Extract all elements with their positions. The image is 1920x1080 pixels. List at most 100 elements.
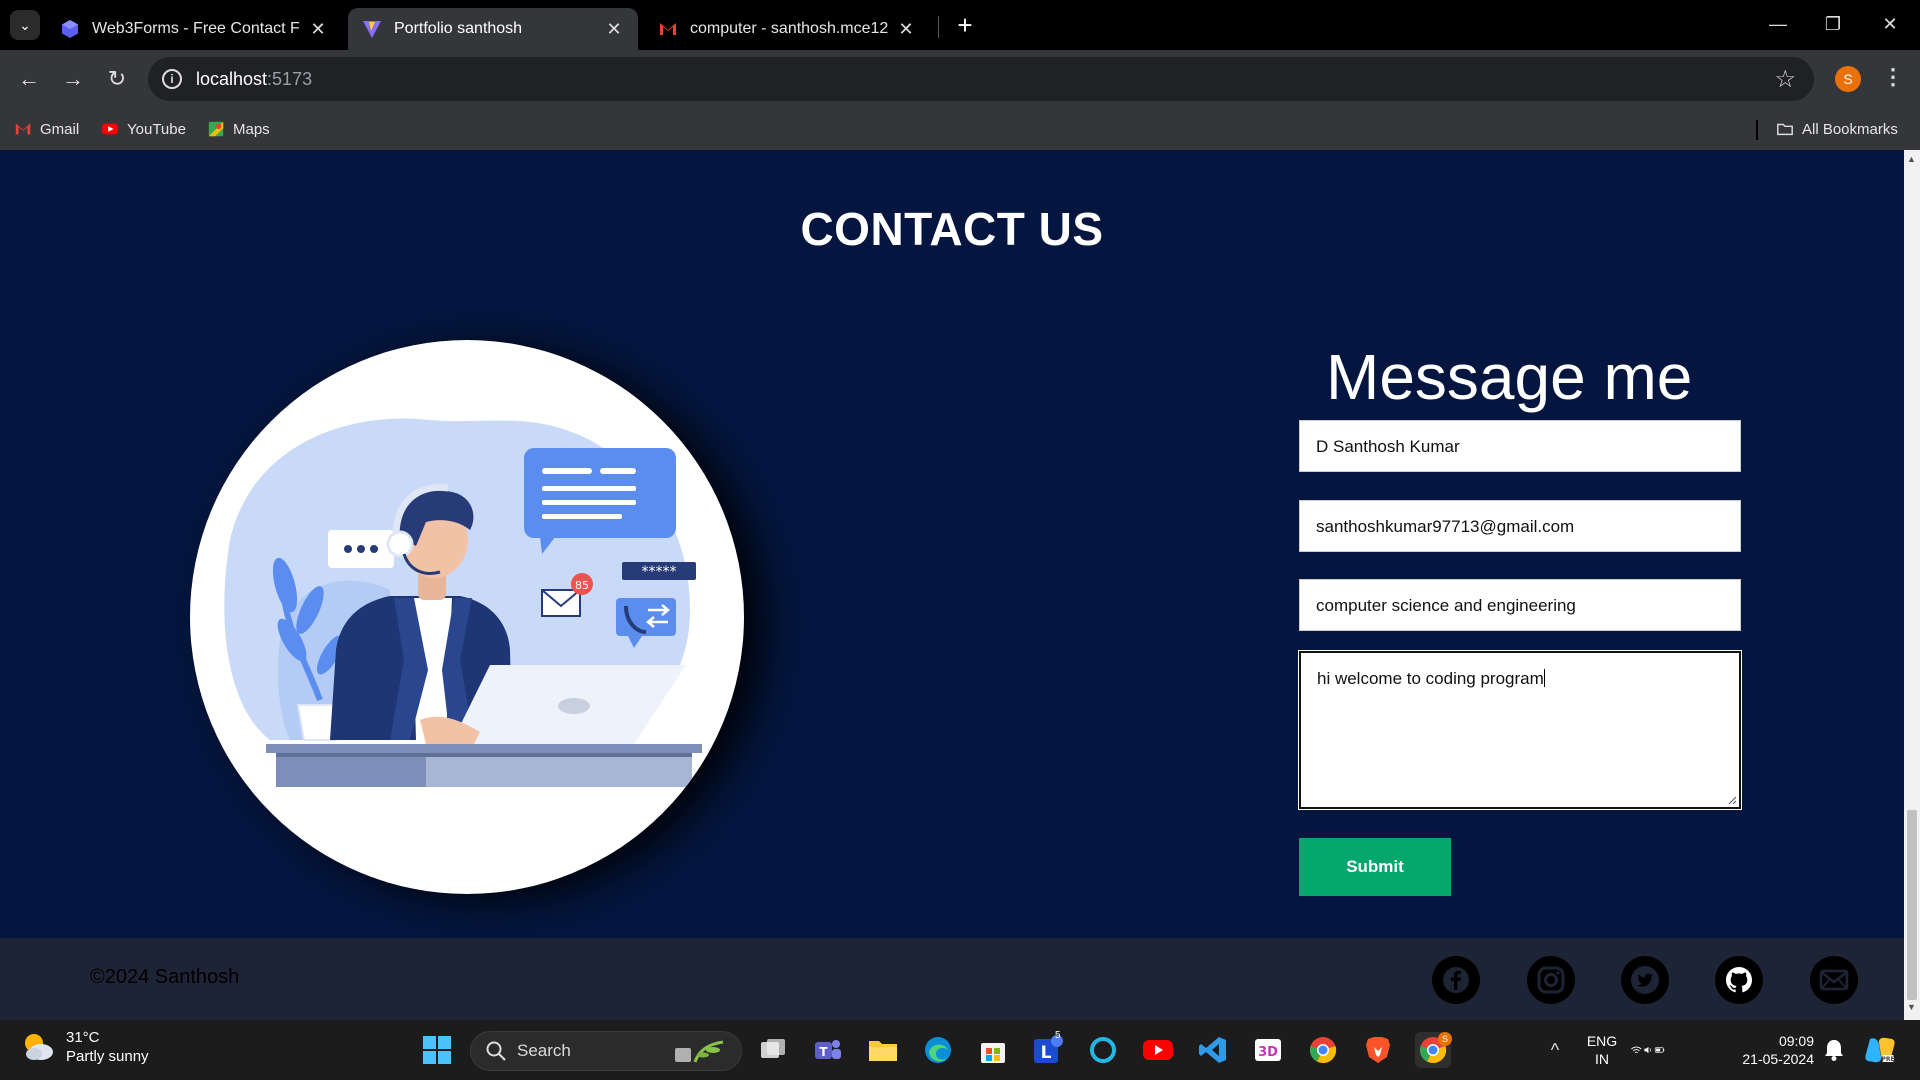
search-label: Search	[517, 1041, 571, 1060]
reload-button[interactable]: ↻	[102, 64, 132, 94]
instagram-link[interactable]	[1527, 956, 1575, 1004]
svg-text:L: L	[1041, 1043, 1052, 1063]
chrome-profile-app[interactable]: S	[1415, 1032, 1452, 1068]
tray-overflow-button[interactable]: ^	[1537, 1032, 1573, 1068]
vscode-app[interactable]	[1195, 1032, 1231, 1068]
teams-icon: T	[815, 1040, 841, 1059]
folder-icon	[869, 1041, 897, 1061]
tab-title: computer - santhosh.mce12345	[690, 20, 888, 37]
language-indicator[interactable]: ENG IN	[1582, 1032, 1622, 1068]
tab-web3forms[interactable]: Web3Forms - Free Contact Form ✕	[46, 8, 342, 50]
notification-count: 85	[575, 579, 589, 592]
lens-app[interactable]: L 5	[1030, 1030, 1066, 1068]
tab-portfolio[interactable]: Portfolio santhosh ✕	[348, 8, 638, 50]
youtube-app[interactable]	[1140, 1032, 1176, 1068]
brave-lion-icon	[1366, 1037, 1390, 1063]
github-link[interactable]	[1715, 956, 1763, 1004]
minimize-icon: —	[1769, 13, 1787, 34]
reload-icon: ↻	[107, 66, 127, 91]
brave-app[interactable]	[1360, 1032, 1396, 1068]
close-window-button[interactable]: ✕	[1870, 8, 1910, 40]
browser-toolbar: ← → ↻ i localhost:5173 ☆ S ⋮	[0, 50, 1920, 108]
network-volume-battery[interactable]	[1630, 1032, 1666, 1068]
close-icon[interactable]: ✕	[308, 19, 328, 40]
task-view-button[interactable]	[755, 1032, 791, 1068]
teams-app[interactable]: T	[810, 1032, 846, 1068]
kebab-menu-icon[interactable]: ⋮	[1882, 64, 1904, 90]
instagram-icon	[1537, 966, 1565, 994]
paint3d-app[interactable]: 3D	[1250, 1032, 1286, 1068]
notification-button[interactable]	[1816, 1032, 1852, 1068]
task-view-icon	[761, 1039, 785, 1058]
vite-icon	[363, 21, 381, 38]
vscode-icon	[1199, 1037, 1226, 1063]
youtube-icon	[101, 123, 119, 135]
resize-grip-icon[interactable]	[1727, 795, 1737, 805]
file-explorer-app[interactable]	[865, 1032, 901, 1068]
page-footer: ©2024 Santhosh	[0, 938, 1904, 1020]
windows-taskbar: 31°C Partly sunny Search T L 5 3D S ^ EN…	[0, 1020, 1920, 1080]
copyright-text: ©2024 Santhosh	[90, 966, 240, 988]
folder-icon	[1777, 123, 1793, 136]
page-scrollbar[interactable]: ▲ ▼	[1904, 150, 1920, 1020]
paint-3d-icon: 3D	[1255, 1039, 1281, 1061]
start-button[interactable]	[419, 1032, 455, 1068]
support-agent-illustration: ***** 85	[190, 340, 744, 894]
store-app[interactable]	[975, 1032, 1011, 1068]
partly-sunny-icon	[25, 1034, 53, 1060]
mail-link[interactable]	[1810, 956, 1858, 1004]
bookmark-youtube[interactable]: YouTube	[101, 116, 186, 142]
tab-strip: ⌄ Web3Forms - Free Contact Form ✕ Portfo…	[0, 0, 1920, 50]
bookmark-gmail[interactable]: Gmail	[14, 116, 79, 142]
new-tab-button[interactable]: +	[950, 10, 980, 40]
section-title: CONTACT US	[800, 203, 1104, 255]
app-badge: 5	[1055, 1030, 1061, 1041]
scroll-up-icon[interactable]: ▲	[1907, 154, 1916, 164]
facebook-icon	[1443, 967, 1469, 993]
bookmarks-separator	[1756, 120, 1758, 140]
page-content: CONTACT US ***** 85 Message me D Santhos…	[0, 150, 1904, 1020]
profile-avatar[interactable]: S	[1835, 66, 1861, 92]
site-info-icon[interactable]: i	[162, 69, 182, 89]
svg-text:3D: 3D	[1258, 1045, 1278, 1060]
submit-button[interactable]: Submit	[1299, 838, 1451, 896]
search-icon	[486, 1041, 506, 1061]
edge-app[interactable]	[920, 1032, 956, 1068]
tab-separator	[938, 16, 939, 38]
close-icon[interactable]: ✕	[604, 19, 624, 40]
text-caret	[1543, 669, 1545, 687]
address-bar[interactable]: i localhost:5173 ☆	[148, 57, 1814, 101]
chrome-app[interactable]	[1305, 1032, 1341, 1068]
facebook-link[interactable]	[1432, 956, 1480, 1004]
bookmark-maps[interactable]: Maps	[207, 116, 270, 142]
arrow-left-icon: ←	[18, 66, 40, 91]
restore-button[interactable]: ❐	[1813, 8, 1853, 40]
message-textarea[interactable]: hi welcome to coding program	[1298, 650, 1742, 810]
windows-logo-icon	[423, 1036, 451, 1064]
edge-icon	[925, 1037, 951, 1063]
subject-input[interactable]: computer science and engineering	[1299, 579, 1741, 631]
tab-search-button[interactable]: ⌄	[10, 10, 40, 40]
bookmark-star-icon[interactable]: ☆	[1774, 65, 1796, 94]
close-icon[interactable]: ✕	[896, 19, 916, 40]
weather-temp: 31°C	[66, 1029, 100, 1046]
chevron-up-icon: ^	[1550, 1039, 1560, 1060]
email-input[interactable]: santhoshkumar97713@gmail.com	[1299, 500, 1741, 552]
copilot-button[interactable]: PRE	[1862, 1032, 1898, 1068]
all-bookmarks-button[interactable]: All Bookmarks	[1776, 116, 1898, 142]
minimize-button[interactable]: —	[1758, 8, 1798, 40]
taskbar-search[interactable]: Search	[470, 1031, 742, 1071]
weather-widget[interactable]: 31°C Partly sunny	[20, 1028, 149, 1066]
name-input[interactable]: D Santhosh Kumar	[1299, 420, 1741, 472]
cortana-app[interactable]	[1085, 1032, 1121, 1068]
scrollbar-thumb[interactable]	[1907, 810, 1917, 1000]
back-button[interactable]: ←	[14, 64, 44, 94]
scroll-down-icon[interactable]: ▼	[1907, 1002, 1916, 1012]
tab-gmail[interactable]: computer - santhosh.mce12345 ✕	[644, 8, 930, 50]
chrome-icon	[1309, 1037, 1337, 1064]
twitter-link[interactable]	[1621, 956, 1669, 1004]
forward-button[interactable]: →	[58, 64, 88, 94]
cortana-ring-icon	[1090, 1037, 1116, 1063]
clock[interactable]: 09:09 21-05-2024	[1734, 1032, 1814, 1068]
wifi-volume-battery-icon	[1631, 1046, 1665, 1054]
